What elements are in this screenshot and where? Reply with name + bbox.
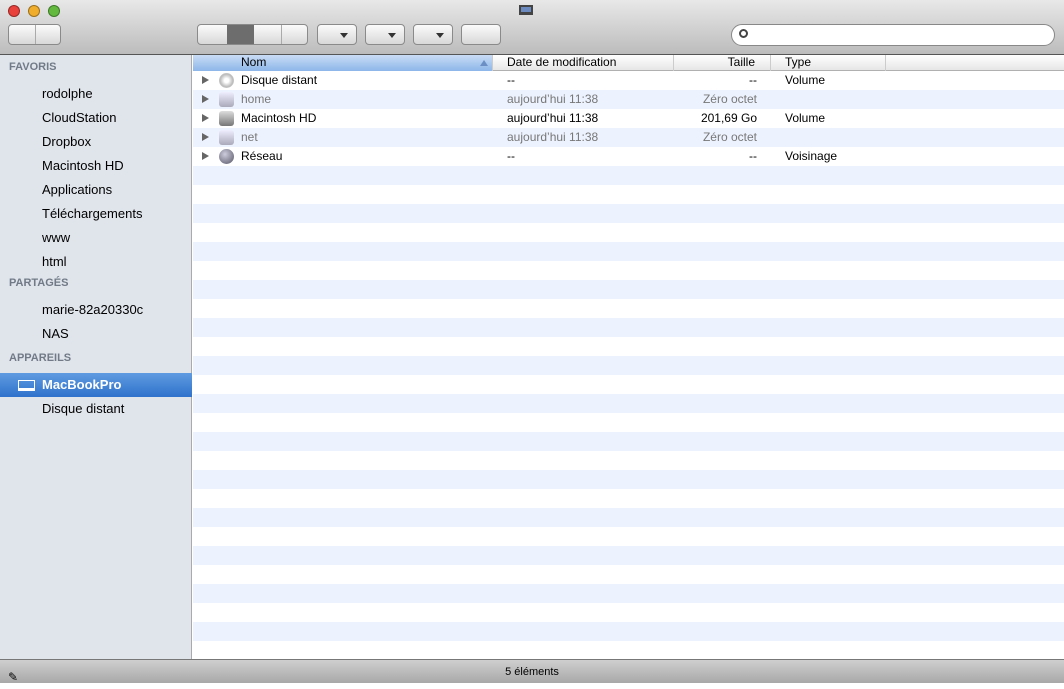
column-label: Taille [727, 55, 755, 69]
sidebar-section-title: FAVORIS [9, 61, 57, 73]
cell-type: Volume [785, 73, 826, 87]
sidebar-item[interactable]: rodolphe [0, 82, 192, 106]
disc-icon [219, 73, 234, 88]
sidebar-item-label: CloudStation [42, 110, 117, 125]
sort-ascending-icon [480, 60, 488, 66]
sidebar-item[interactable]: Macintosh HD [0, 154, 192, 178]
sidebar-item-label: Disque distant [42, 401, 125, 416]
cell-size: Zéro octet [702, 92, 757, 106]
sidebar-item[interactable]: Téléchargements [0, 202, 192, 226]
cell-size: -- [749, 149, 757, 163]
rows: Disque distant -- -- Volume home aujourd… [193, 71, 1064, 659]
sidebar-item-label: Téléchargements [42, 206, 143, 221]
sidebar-item-label: html [42, 254, 67, 269]
chevron-down-icon [436, 33, 444, 38]
cell-type: Volume [785, 111, 826, 125]
cell-date: -- [507, 149, 515, 163]
laptop-icon [519, 5, 533, 15]
sidebar-item-label: MacBookPro [42, 377, 122, 392]
column-date[interactable]: Date de modification [493, 55, 674, 71]
minimize-button[interactable] [28, 5, 40, 17]
view-list-button[interactable] [227, 25, 254, 44]
sidebar-item[interactable]: Applications [0, 178, 192, 202]
network-volume-icon [219, 92, 234, 107]
sidebar-item-label: www [42, 230, 71, 245]
cell-date: aujourd’hui 11:38 [507, 111, 599, 125]
cell-size: -- [749, 73, 757, 87]
table-row[interactable]: home aujourd’hui 11:38 Zéro octet [193, 90, 1064, 109]
column-size[interactable]: Taille [674, 55, 771, 71]
sidebar-section-title: PARTAGÉS [9, 277, 69, 289]
search-icon [739, 29, 748, 38]
toolbar-button[interactable] [461, 24, 501, 45]
disclosure-triangle-icon[interactable] [202, 95, 209, 103]
pin-icon[interactable]: ✎ [8, 665, 18, 689]
sidebar-section-title: APPAREILS [9, 352, 72, 364]
search-input[interactable] [731, 24, 1055, 46]
sidebar-item[interactable]: CloudStation [0, 106, 192, 130]
cell-size: Zéro octet [702, 130, 757, 144]
column-label: Type [785, 55, 812, 69]
column-type[interactable]: Type [771, 55, 886, 71]
cell-name: Réseau [241, 149, 283, 163]
cell-size: 201,69 Go [700, 111, 757, 125]
sidebar-item[interactable]: MacBookPro [0, 373, 192, 397]
file-list: Nom Date de modification Taille Type Dis… [193, 55, 1064, 659]
chevron-down-icon [340, 33, 348, 38]
sidebar-item-label: marie-82a20330c [42, 302, 144, 317]
network-globe-icon [219, 149, 234, 164]
laptop-icon [18, 380, 35, 391]
sidebar-item-label: NAS [42, 326, 69, 341]
hard-drive-icon [219, 111, 234, 126]
view-mode-segmented-control[interactable] [197, 24, 308, 45]
cell-name: net [241, 130, 258, 144]
title-bar [0, 0, 1064, 55]
disclosure-triangle-icon[interactable] [202, 76, 209, 84]
zoom-button[interactable] [48, 5, 60, 17]
close-button[interactable] [8, 5, 20, 17]
status-bar: ✎ 5 éléments [0, 659, 1064, 684]
network-volume-icon [219, 130, 234, 145]
item-count: 5 éléments [505, 666, 559, 678]
share-dropdown[interactable] [413, 24, 453, 45]
sidebar-item[interactable]: NAS [0, 322, 192, 346]
cell-date: -- [507, 73, 515, 87]
table-row[interactable]: net aujourd’hui 11:38 Zéro octet [193, 128, 1064, 147]
cell-type: Voisinage [785, 149, 838, 163]
sidebar-item[interactable]: www [0, 226, 192, 250]
column-header: Nom Date de modification Taille Type [193, 55, 1064, 71]
disclosure-triangle-icon[interactable] [202, 152, 209, 160]
column-label: Date de modification [507, 55, 617, 69]
sidebar-item[interactable]: Disque distant [0, 397, 192, 421]
column-label: Nom [241, 55, 267, 69]
table-row[interactable]: Réseau -- -- Voisinage [193, 147, 1064, 166]
action-dropdown[interactable] [365, 24, 405, 45]
sidebar-item[interactable]: Dropbox [0, 130, 192, 154]
sidebar-item[interactable]: marie-82a20330c [0, 298, 192, 322]
sidebar-item-label: Macintosh HD [42, 158, 124, 173]
column-name[interactable]: Nom [193, 55, 493, 71]
cell-name: home [241, 92, 272, 106]
sidebar-item-label: Applications [42, 182, 113, 197]
cell-name: Disque distant [241, 73, 318, 87]
sidebar-item[interactable]: html [0, 250, 192, 274]
table-row[interactable]: Macintosh HD aujourd’hui 11:38 201,69 Go… [193, 109, 1064, 128]
sidebar-item-label: rodolphe [42, 86, 93, 101]
disclosure-triangle-icon[interactable] [202, 114, 209, 122]
sidebar: FAVORIS rodolphe CloudStation Dropbox Macint… [0, 55, 192, 659]
chevron-down-icon [388, 33, 396, 38]
back-forward-buttons[interactable] [8, 24, 61, 45]
cell-name: Macintosh HD [241, 111, 317, 125]
arrange-dropdown[interactable] [317, 24, 357, 45]
cell-date: aujourd’hui 11:38 [507, 130, 599, 144]
cell-date: aujourd’hui 11:38 [507, 92, 599, 106]
table-row[interactable]: Disque distant -- -- Volume [193, 71, 1064, 90]
sidebar-item-label: Dropbox [42, 134, 92, 149]
disclosure-triangle-icon[interactable] [202, 133, 209, 141]
